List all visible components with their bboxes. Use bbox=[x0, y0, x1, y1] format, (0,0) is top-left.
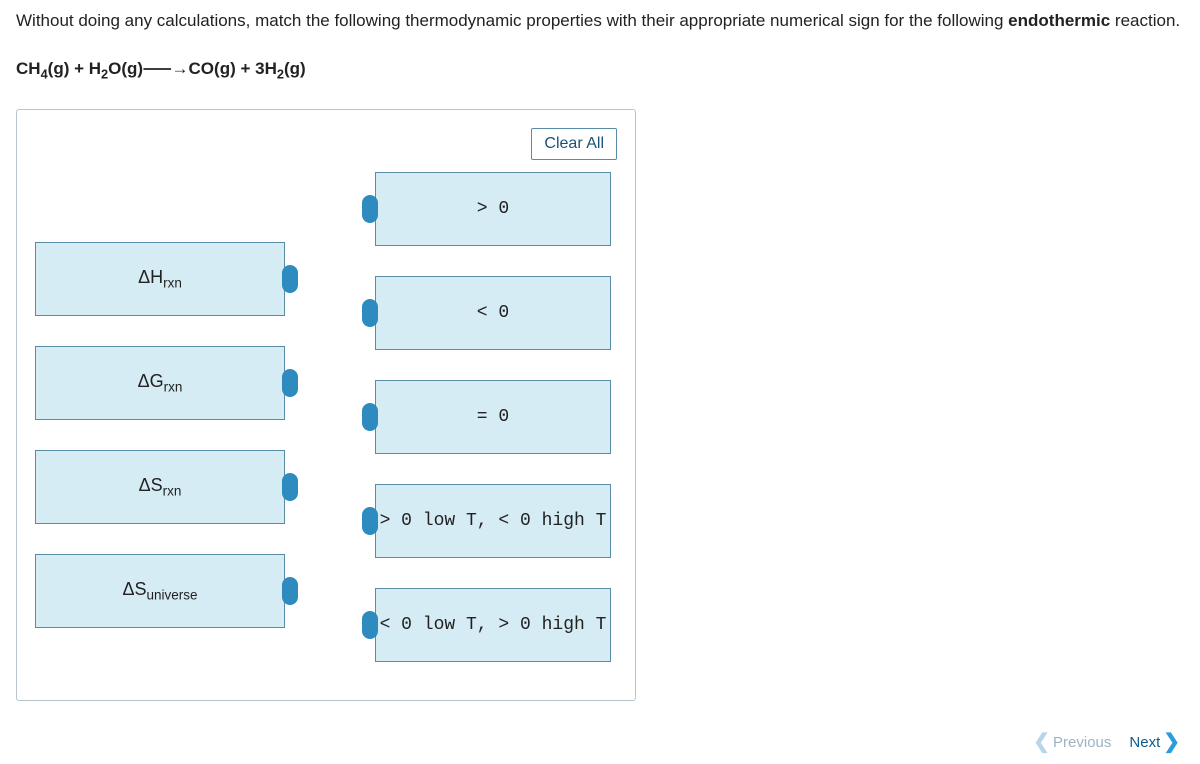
reaction-equation: CH4(g) + H2O(g)⸺→CO(g) + 3H2(g) bbox=[16, 54, 1184, 81]
target-column: > 0 < 0 = 0 > 0 low T, < 0 high T < 0 lo… bbox=[375, 172, 611, 662]
nav-footer: ❮ Previous Next ❯ bbox=[1033, 732, 1180, 752]
target-lt-low-gt-high[interactable]: < 0 low T, > 0 high T bbox=[375, 588, 611, 662]
draggable-label: ΔSrxn bbox=[139, 475, 182, 499]
target-label: > 0 bbox=[477, 199, 509, 219]
draggable-delta-s-rxn[interactable]: ΔSrxn bbox=[35, 450, 285, 524]
draggable-column: ΔHrxn ΔGrxn ΔSrxn ΔSuniverse bbox=[35, 172, 285, 628]
previous-button[interactable]: ❮ Previous bbox=[1033, 732, 1111, 752]
question-text: Without doing any calculations, match th… bbox=[16, 8, 1184, 34]
question-prefix: Without doing any calculations, match th… bbox=[16, 11, 1008, 30]
chevron-left-icon: ❮ bbox=[1033, 732, 1050, 752]
target-equal-zero[interactable]: = 0 bbox=[375, 380, 611, 454]
next-label: Next bbox=[1129, 734, 1160, 751]
target-label: > 0 low T, < 0 high T bbox=[380, 511, 607, 531]
target-label: < 0 low T, > 0 high T bbox=[380, 615, 607, 635]
connector-handle[interactable] bbox=[282, 577, 298, 605]
clear-all-button[interactable]: Clear All bbox=[531, 128, 617, 160]
question-suffix: reaction. bbox=[1110, 11, 1180, 30]
target-gt-low-lt-high[interactable]: > 0 low T, < 0 high T bbox=[375, 484, 611, 558]
chevron-right-icon: ❯ bbox=[1163, 732, 1180, 752]
connector-socket[interactable] bbox=[362, 299, 378, 327]
connector-socket[interactable] bbox=[362, 611, 378, 639]
draggable-delta-h-rxn[interactable]: ΔHrxn bbox=[35, 242, 285, 316]
connector-handle[interactable] bbox=[282, 473, 298, 501]
connector-socket[interactable] bbox=[362, 403, 378, 431]
draggable-label: ΔGrxn bbox=[138, 371, 183, 395]
next-button[interactable]: Next ❯ bbox=[1129, 732, 1180, 752]
connector-handle[interactable] bbox=[282, 369, 298, 397]
target-label: = 0 bbox=[477, 407, 509, 427]
matching-activity: Clear All ΔHrxn ΔGrxn ΔSrxn ΔSuniverse bbox=[16, 109, 636, 701]
target-label: < 0 bbox=[477, 303, 509, 323]
draggable-delta-g-rxn[interactable]: ΔGrxn bbox=[35, 346, 285, 420]
question-bold: endothermic bbox=[1008, 11, 1110, 30]
target-greater-zero[interactable]: > 0 bbox=[375, 172, 611, 246]
draggable-delta-s-universe[interactable]: ΔSuniverse bbox=[35, 554, 285, 628]
draggable-label: ΔSuniverse bbox=[122, 579, 197, 603]
previous-label: Previous bbox=[1053, 734, 1111, 751]
draggable-label: ΔHrxn bbox=[138, 267, 182, 291]
connector-socket[interactable] bbox=[362, 507, 378, 535]
target-less-zero[interactable]: < 0 bbox=[375, 276, 611, 350]
connector-handle[interactable] bbox=[282, 265, 298, 293]
connector-socket[interactable] bbox=[362, 195, 378, 223]
